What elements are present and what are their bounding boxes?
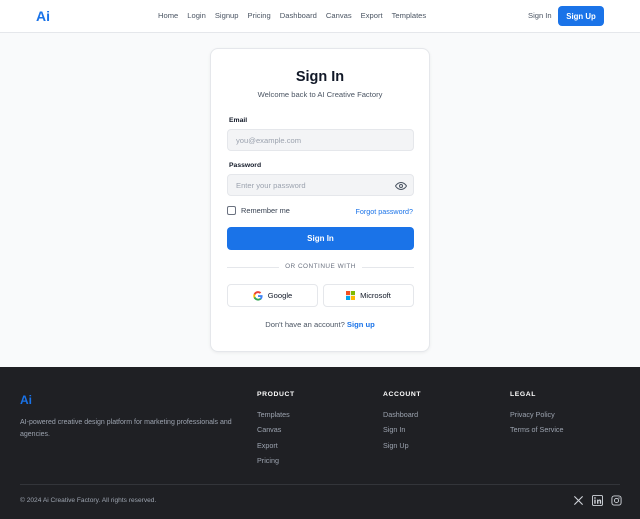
forgot-password-link[interactable]: Forgot password? — [355, 207, 413, 216]
nav-pricing[interactable]: Pricing — [248, 11, 271, 20]
email-placeholder: you@example.com — [236, 135, 302, 145]
footer-heading-account: ACCOUNT — [383, 391, 422, 398]
remember-checkbox[interactable] — [227, 206, 236, 215]
nav-login[interactable]: Login — [187, 11, 206, 20]
footer-link-signup[interactable]: Sign Up — [383, 441, 421, 450]
linkedin-icon[interactable] — [592, 495, 603, 506]
password-label: Password — [229, 162, 262, 169]
no-account-text: Don't have an account? — [265, 320, 345, 329]
remember-me: Remember me — [227, 206, 290, 215]
instagram-icon[interactable] — [611, 495, 622, 506]
footer-column-legal: LEGAL Privacy Policy Terms of Service — [510, 391, 564, 441]
page-subtitle: Welcome back to AI Creative Factory — [257, 90, 383, 99]
copyright: © 2024 Ai Creative Factory. All rights r… — [20, 497, 157, 504]
page-title: Sign In — [295, 69, 345, 85]
microsoft-icon — [346, 291, 356, 300]
top-header: Ai Home Login Signup Pricing Dashboard C… — [0, 0, 640, 33]
nav-canvas[interactable]: Canvas — [326, 11, 352, 20]
footer-heading-product: PRODUCT — [257, 391, 295, 398]
remember-label: Remember me — [241, 206, 290, 215]
header-signin-link[interactable]: Sign In — [528, 11, 552, 20]
eye-icon[interactable] — [395, 180, 407, 192]
footer-link-dashboard[interactable]: Dashboard — [383, 410, 421, 419]
footer-description: AI-powered creative design platform for … — [20, 419, 232, 438]
footer-heading-legal: LEGAL — [510, 391, 537, 398]
footer-link-terms[interactable]: Terms of Service — [510, 425, 564, 434]
social-links — [573, 495, 622, 506]
footer-link-pricing[interactable]: Pricing — [257, 456, 295, 465]
footer-logo[interactable]: Ai — [20, 393, 32, 407]
footer-column-account: ACCOUNT Dashboard Sign In Sign Up — [383, 391, 421, 456]
password-placeholder: Enter your password — [236, 180, 306, 190]
footer-link-signin[interactable]: Sign In — [383, 425, 421, 434]
logo[interactable]: Ai — [36, 8, 50, 24]
nav-signup[interactable]: Signup — [215, 11, 239, 20]
header-signup-button[interactable]: Sign Up — [558, 6, 604, 26]
footer-link-export[interactable]: Export — [257, 441, 295, 450]
nav-dashboard[interactable]: Dashboard — [280, 11, 317, 20]
nav-templates[interactable]: Templates — [392, 11, 427, 20]
microsoft-label: Microsoft — [360, 291, 391, 300]
footer-link-templates[interactable]: Templates — [257, 410, 295, 419]
email-label: Email — [229, 117, 248, 124]
nav-home[interactable]: Home — [158, 11, 178, 20]
divider: OR CONTINUE WITH — [227, 263, 414, 273]
x-icon[interactable] — [573, 495, 584, 506]
footer-link-canvas[interactable]: Canvas — [257, 425, 295, 434]
signup-link[interactable]: Sign up — [347, 320, 375, 329]
signup-prompt: Don't have an account? Sign up — [211, 320, 429, 329]
footer-link-privacy[interactable]: Privacy Policy — [510, 410, 564, 419]
google-icon — [253, 290, 263, 301]
email-field[interactable]: you@example.com — [227, 129, 414, 151]
footer-divider — [20, 484, 620, 485]
google-label: Google — [267, 291, 293, 300]
site-footer: Ai AI-powered creative design platform f… — [0, 367, 640, 519]
signin-card: Sign In Welcome back to AI Creative Fact… — [210, 48, 430, 352]
signin-button[interactable]: Sign In — [227, 227, 414, 250]
main-nav: Home Login Signup Pricing Dashboard Canv… — [158, 11, 426, 20]
google-button[interactable]: Google — [227, 284, 318, 307]
footer-column-product: PRODUCT Templates Canvas Export Pricing — [257, 391, 295, 472]
password-field[interactable]: Enter your password — [227, 174, 414, 196]
microsoft-button[interactable]: Microsoft — [323, 284, 414, 307]
nav-export[interactable]: Export — [361, 11, 383, 20]
